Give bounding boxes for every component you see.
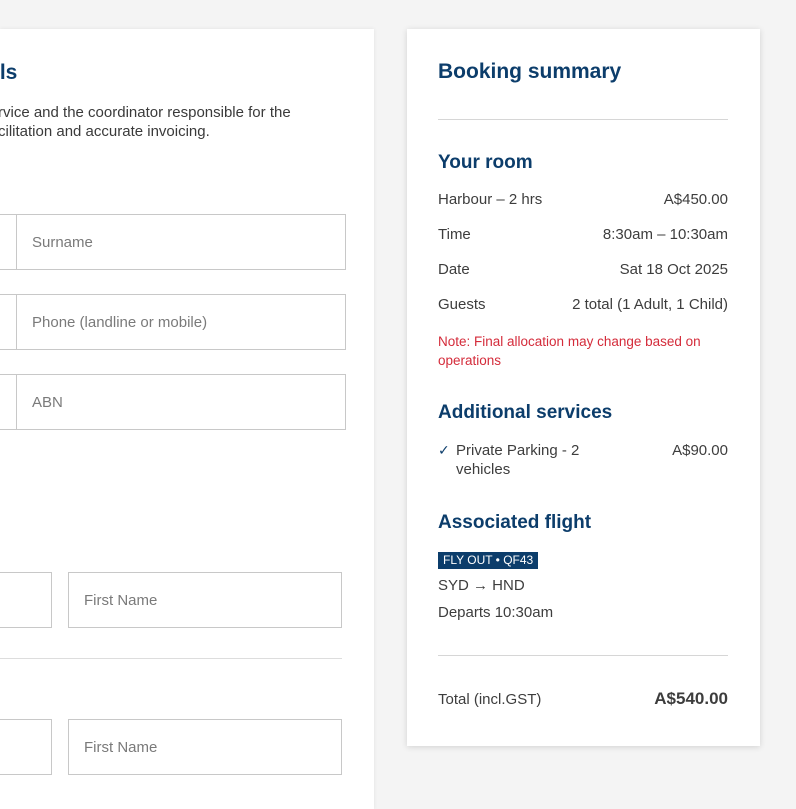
time-label: Time xyxy=(438,226,471,243)
room-row: Harbour – 2 hrs A$450.00 xyxy=(438,191,728,208)
form-description: rvice and the coordinator responsible fo… xyxy=(0,103,374,141)
date-label: Date xyxy=(438,261,470,278)
flight-route: SYD → HND xyxy=(438,577,525,594)
guests-row: Guests 2 total (1 Adult, 1 Child) xyxy=(438,296,728,313)
service-price: A$90.00 xyxy=(672,442,728,459)
guests-label: Guests xyxy=(438,296,486,313)
phone-field[interactable] xyxy=(16,294,346,350)
guest-divider xyxy=(0,658,342,659)
form-heading: ils xyxy=(0,61,18,84)
total-row: Total (incl.GST) A$540.00 xyxy=(438,689,728,709)
additional-services-heading: Additional services xyxy=(438,402,613,423)
guest-1-title-field[interactable] xyxy=(0,572,52,628)
time-value: 8:30am – 10:30am xyxy=(602,226,728,243)
form-description-line-2: cilitation and accurate invoicing. xyxy=(0,123,210,140)
flight-departure: Departs 10:30am xyxy=(438,604,554,621)
total-value: A$540.00 xyxy=(654,689,728,708)
total-label: Total (incl.GST) xyxy=(438,690,542,708)
flight-badge: FLY OUT • QF43 xyxy=(438,552,539,569)
contact-details-form: ils rvice and the coordinator responsibl… xyxy=(0,29,374,809)
date-row: Date Sat 18 Oct 2025 xyxy=(438,261,728,278)
booking-summary-card: Booking summary Your room Harbour – 2 hr… xyxy=(407,29,760,746)
service-label: Private Parking - 2 vehicles xyxy=(456,442,580,478)
allocation-note: Note: Final allocation may change based … xyxy=(438,334,701,368)
guest-1-first-name-field[interactable] xyxy=(68,572,342,628)
guests-value: 2 total (1 Adult, 1 Child) xyxy=(572,296,728,313)
form-description-line-1: rvice and the coordinator responsible fo… xyxy=(0,104,291,121)
guest-2-title-field[interactable] xyxy=(0,719,52,775)
service-item: ✓ Private Parking - 2 vehicles A$90.00 xyxy=(438,441,728,479)
checkmark-icon: ✓ xyxy=(438,442,450,458)
booking-summary-title: Booking summary xyxy=(438,60,622,83)
date-value: Sat 18 Oct 2025 xyxy=(619,261,728,278)
your-room-heading: Your room xyxy=(438,152,533,173)
surname-field[interactable] xyxy=(16,214,346,270)
time-row: Time 8:30am – 10:30am xyxy=(438,226,728,243)
summary-divider-bottom xyxy=(438,655,728,656)
room-price: A$450.00 xyxy=(663,191,728,208)
room-label: Harbour – 2 hrs xyxy=(438,191,543,208)
guest-2-first-name-field[interactable] xyxy=(68,719,342,775)
summary-divider-top xyxy=(438,119,728,120)
abn-field[interactable] xyxy=(16,374,346,430)
associated-flight-heading: Associated flight xyxy=(438,512,592,533)
